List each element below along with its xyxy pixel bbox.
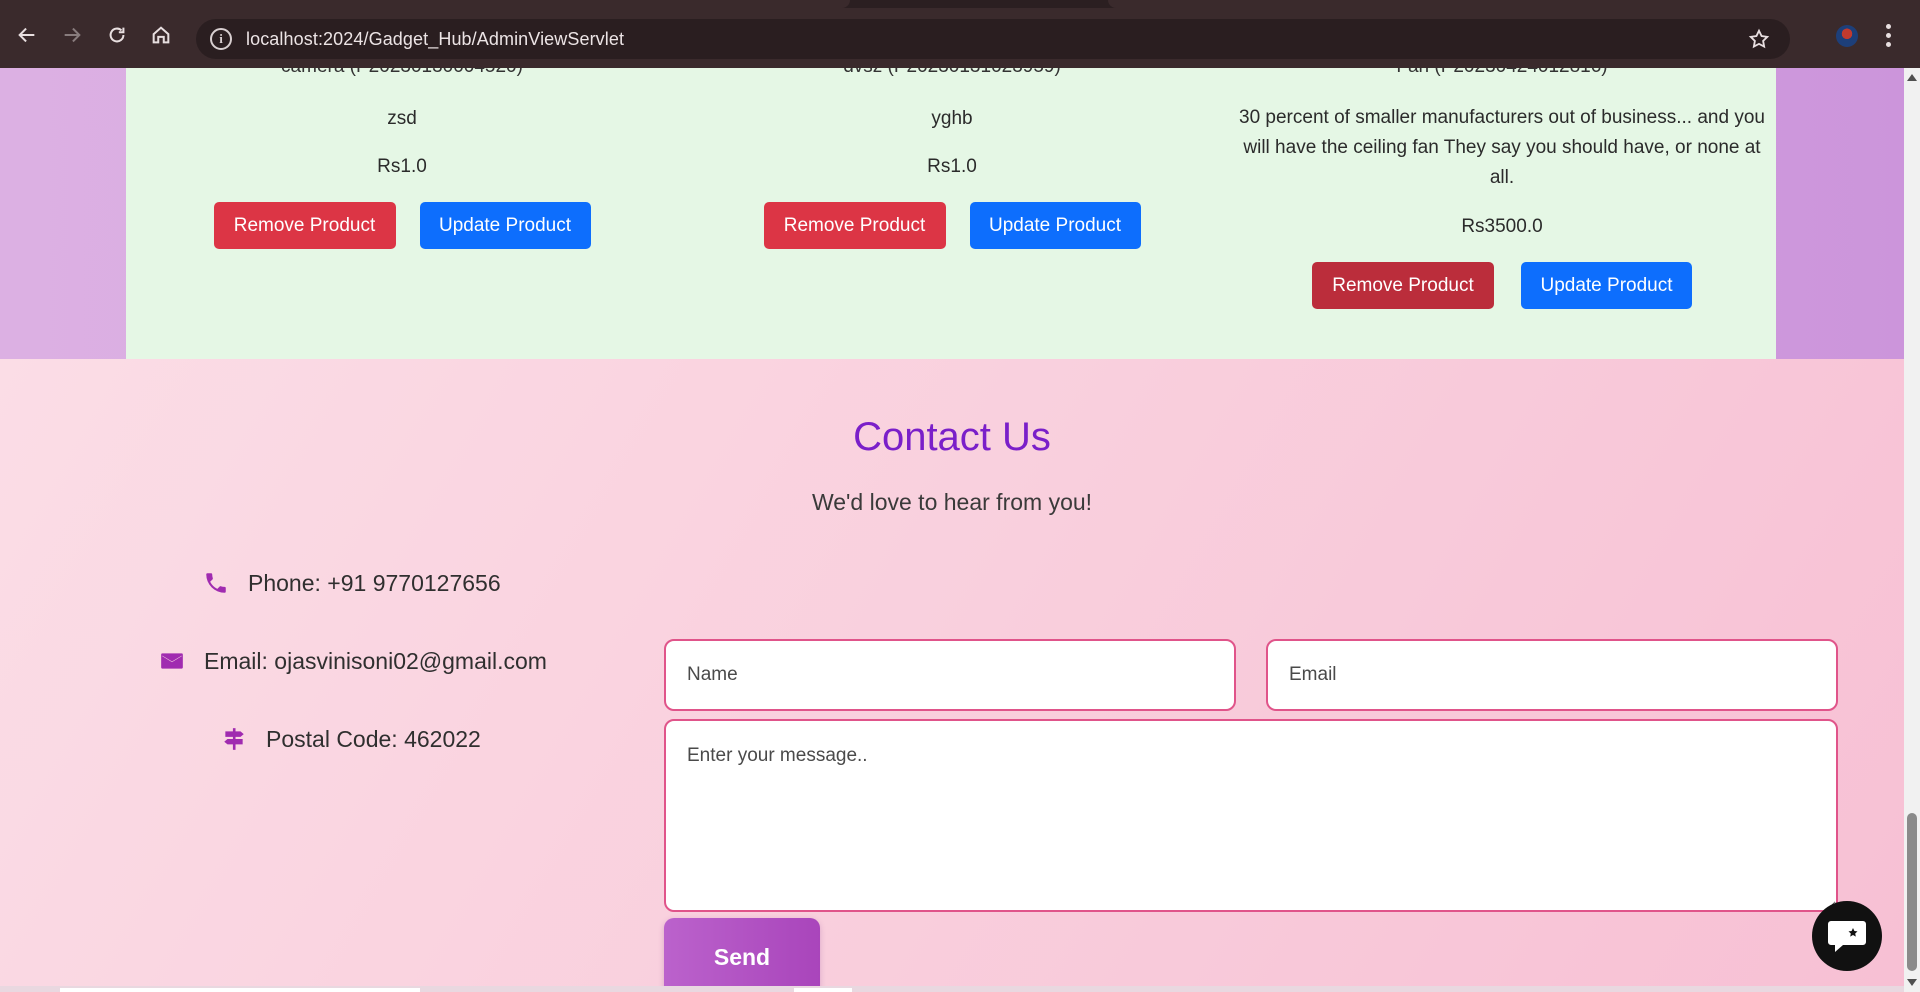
scroll-down-arrow-icon[interactable] (1907, 979, 1917, 986)
phone-text: Phone: +91 9770127656 (248, 569, 501, 596)
product-description: yghb (931, 108, 973, 129)
postal-text: Postal Code: 462022 (266, 725, 481, 752)
phone-icon (202, 569, 230, 597)
envelope-icon (158, 647, 186, 675)
chat-icon (1828, 921, 1866, 952)
product-name: camera (P20230130004520) (210, 68, 594, 78)
contact-email: Email: ojasvinisoni02@gmail.com (158, 647, 547, 675)
name-field[interactable] (664, 639, 1236, 711)
email-text: Email: ojasvinisoni02@gmail.com (204, 647, 547, 674)
products-section: camera (P20230130004520) zsd Rs1.0 Remov… (0, 68, 1904, 359)
update-product-button[interactable]: Update Product (1521, 262, 1692, 309)
site-info-icon[interactable]: i (210, 28, 232, 50)
remove-product-button[interactable]: Remove Product (213, 202, 396, 249)
remove-product-button[interactable]: Remove Product (763, 202, 946, 249)
url-text[interactable]: localhost:2024/Gadget_Hub/AdminViewServl… (246, 29, 624, 50)
email-field[interactable] (1266, 639, 1838, 711)
browser-menu-icon[interactable] (1886, 24, 1892, 48)
product-description: 30 percent of smaller manufacturers out … (1239, 107, 1765, 188)
message-field[interactable] (664, 719, 1838, 912)
home-icon[interactable] (148, 22, 174, 48)
contact-phone: Phone: +91 9770127656 (202, 569, 501, 597)
product-price: Rs1.0 (377, 156, 427, 177)
product-description: zsd (387, 108, 417, 129)
products-panel: camera (P20230130004520) zsd Rs1.0 Remov… (126, 68, 1776, 359)
contact-subtitle: We'd love to hear from you! (811, 489, 1093, 515)
vertical-scrollbar[interactable] (1904, 68, 1920, 992)
contact-postal: Postal Code: 462022 (220, 725, 481, 753)
tab-strip (0, 0, 1920, 8)
update-product-button[interactable]: Update Product (419, 202, 591, 249)
product-price: Rs3500.0 (1461, 216, 1543, 237)
bookmark-star-icon[interactable] (1748, 28, 1770, 55)
back-icon[interactable] (14, 22, 40, 48)
product-price: Rs1.0 (927, 156, 977, 177)
signpost-icon (220, 725, 248, 753)
reload-icon[interactable] (104, 22, 130, 48)
scroll-up-arrow-icon[interactable] (1907, 74, 1917, 81)
page-viewport: camera (P20230130004520) zsd Rs1.0 Remov… (0, 68, 1904, 992)
contact-section: Contact Us We'd love to hear from you! P… (0, 359, 1904, 992)
address-bar[interactable]: i localhost:2024/Gadget_Hub/AdminViewSer… (196, 19, 1790, 59)
product-name: dvsz (P20230131023959) (760, 68, 1144, 78)
browser-toolbar: i localhost:2024/Gadget_Hub/AdminViewSer… (0, 0, 1920, 68)
page-bottom-edge (0, 986, 1904, 992)
chat-widget-button[interactable] (1812, 901, 1882, 971)
send-button[interactable]: Send (664, 918, 820, 992)
contact-title: Contact Us (853, 415, 1051, 459)
update-product-button[interactable]: Update Product (969, 202, 1141, 249)
remove-product-button[interactable]: Remove Product (1312, 262, 1494, 309)
forward-icon[interactable] (59, 22, 85, 48)
scrollbar-thumb[interactable] (1907, 813, 1917, 971)
profile-avatar[interactable] (1836, 25, 1858, 47)
product-name: Fan (P20230424012816) (1238, 68, 1766, 78)
